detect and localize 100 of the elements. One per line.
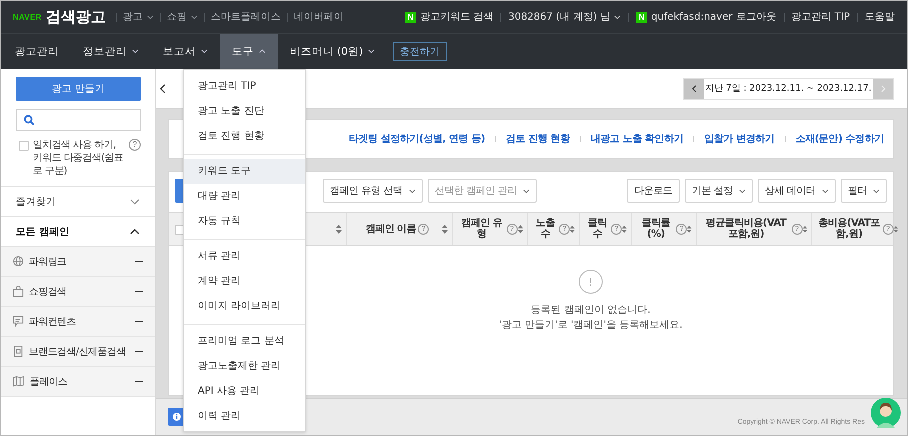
download-button[interactable]: 다운로드 xyxy=(627,179,680,203)
column-header[interactable]: 평균클릭비용(VAT포함,원) xyxy=(703,218,790,240)
naver-logo[interactable]: NAVER xyxy=(13,12,42,22)
column-header[interactable]: 총비용(VAT포함,원) xyxy=(818,218,881,240)
nav-tab[interactable]: 보고서 xyxy=(151,34,220,69)
menu-item[interactable]: 자동 규칙 xyxy=(184,209,305,234)
date-range-picker[interactable]: 지난 7일 : 2023.12.11. ~ 2023.12.17. xyxy=(683,78,894,100)
sort-icon[interactable] xyxy=(622,224,627,234)
column-header[interactable]: 캠페인 이름 xyxy=(366,224,416,234)
chevron-down-icon xyxy=(146,14,154,20)
quick-link[interactable]: 소재(문안) 수정하기 xyxy=(796,132,884,146)
quick-link[interactable]: 내광고 노출 확인하기 xyxy=(590,132,684,146)
nav-tab[interactable]: 도구 xyxy=(220,34,278,69)
minus-icon xyxy=(135,380,143,382)
menu-item[interactable]: 대량 관리 xyxy=(184,184,305,209)
sort-icon[interactable] xyxy=(442,224,448,234)
naver-badge-icon: N xyxy=(636,12,648,22)
brand-title: 검색광고 xyxy=(46,8,106,26)
help-link[interactable]: 도움말 xyxy=(865,10,895,24)
minus-icon xyxy=(135,320,143,322)
chevron-down-icon xyxy=(132,49,139,54)
back-chevron-icon[interactable] xyxy=(160,84,166,94)
logout-link[interactable]: 로그아웃 xyxy=(736,10,777,24)
favorites-row[interactable]: 즐겨찾기 xyxy=(1,187,155,217)
dropdown-button[interactable]: 캠페인 유형 선택 xyxy=(323,179,423,203)
sort-icon[interactable] xyxy=(518,224,523,234)
chevron-down-icon xyxy=(614,14,622,20)
dropdown-button[interactable]: 필터 xyxy=(840,179,887,203)
help-icon[interactable]: ? xyxy=(129,139,141,151)
nav-tab[interactable]: 비즈머니 (0원) xyxy=(278,34,388,69)
alert-icon: ! xyxy=(579,270,603,294)
campaign-type-item[interactable]: 쇼핑검색 xyxy=(1,277,155,307)
top-link[interactable]: 네이버페이 xyxy=(294,10,344,24)
menu-item[interactable]: 서류 관리 xyxy=(184,244,305,269)
minus-icon xyxy=(135,350,143,352)
sort-icon[interactable] xyxy=(336,224,342,234)
sort-icon[interactable] xyxy=(687,224,692,234)
menu-item[interactable]: 광고 노출 진단 xyxy=(184,99,305,124)
column-header[interactable]: 캠페인 유형 xyxy=(459,218,505,240)
sort-icon[interactable] xyxy=(894,224,898,234)
search-field[interactable] xyxy=(16,109,141,131)
chevron-down-icon xyxy=(190,14,198,20)
chevron-up-icon xyxy=(130,228,140,234)
shopping-bag-icon xyxy=(13,286,24,297)
campaign-type-item[interactable]: 플레이스 xyxy=(1,367,155,397)
chevron-left-icon xyxy=(692,84,696,92)
document-icon xyxy=(13,346,24,357)
create-ad-button[interactable]: 광고 만들기 xyxy=(16,77,141,101)
campaign-type-item[interactable]: 파워컨텐츠 xyxy=(1,307,155,337)
exact-match-label: 일치검색 사용 하기, 키워드 다중검색(쉼표로 구분) xyxy=(33,139,124,178)
nav-tab[interactable]: 정보관리 xyxy=(71,34,151,69)
campaign-type-item[interactable]: 파워링크 xyxy=(1,247,155,277)
chevron-down-icon xyxy=(822,188,829,194)
top-link[interactable]: 스마트플레이스 xyxy=(210,10,281,24)
column-header[interactable]: 클릭률(%) xyxy=(638,218,674,240)
menu-item[interactable]: 프리미엄 로그 분석 xyxy=(184,329,305,354)
chevron-down-icon xyxy=(201,49,208,54)
nav-tab[interactable]: 광고관리 xyxy=(3,34,71,69)
charge-button[interactable]: 충전하기 xyxy=(393,42,448,61)
campaign-type-item[interactable]: 브랜드검색/신제품검색 xyxy=(1,337,155,367)
menu-item[interactable]: 광고노출제한 관리 xyxy=(184,354,305,379)
user-id: qufekfasd:naver xyxy=(651,12,733,22)
chevron-down-icon xyxy=(130,198,140,204)
sort-icon[interactable] xyxy=(802,224,807,234)
menu-item[interactable]: 광고관리 TIP xyxy=(184,74,305,99)
column-header[interactable]: 클릭수 xyxy=(586,218,610,240)
menu-item[interactable]: 이미지 라이브러리 xyxy=(184,294,305,319)
menu-item[interactable]: 계약 관리 xyxy=(184,269,305,294)
search-icon xyxy=(24,114,35,126)
quick-link[interactable]: 타겟팅 설정하기(성별, 연령 등) xyxy=(348,132,486,146)
naver-badge-icon: N xyxy=(405,12,416,22)
empty-message: 등록된 캠페인이 없습니다. xyxy=(531,304,651,317)
dropdown-button[interactable]: 상세 데이터 xyxy=(758,179,836,203)
support-avatar-button[interactable] xyxy=(871,398,901,428)
menu-item[interactable]: 검토 진행 현황 xyxy=(184,124,305,149)
top-link[interactable]: 쇼핑 xyxy=(166,10,198,24)
quick-link[interactable]: 입찰가 변경하기 xyxy=(704,132,775,146)
column-header[interactable]: 노출수 xyxy=(534,218,558,240)
menu-item[interactable]: 키워드 도구 xyxy=(184,159,305,184)
account-menu[interactable]: 3082867 (내 계정) 님 xyxy=(508,10,622,24)
checkbox[interactable] xyxy=(19,141,29,151)
previous-period-button[interactable] xyxy=(684,78,704,98)
chevron-down-icon xyxy=(408,188,416,194)
chevron-right-icon xyxy=(880,84,886,92)
empty-message: '광고 만들기'로 '캠페인'을 등록해보세요. xyxy=(499,319,683,332)
info-icon xyxy=(173,413,181,421)
menu-item[interactable]: 이력 관리 xyxy=(184,404,305,429)
minus-icon xyxy=(135,260,143,262)
dropdown-button[interactable]: 기본 설정 xyxy=(684,179,754,203)
chevron-down-icon xyxy=(523,188,530,194)
tip-link[interactable]: 광고관리 TIP xyxy=(792,10,850,24)
top-link[interactable]: 광고 xyxy=(122,10,154,24)
map-icon xyxy=(13,376,25,387)
date-range: 지난 7일 : 2023.12.11. ~ 2023.12.17. xyxy=(704,82,873,96)
globe-icon xyxy=(13,256,24,267)
menu-item[interactable]: API 사용 관리 xyxy=(184,379,305,404)
keyword-search-link[interactable]: 광고키워드 검색 xyxy=(420,10,494,24)
sort-icon[interactable] xyxy=(570,224,575,234)
quick-link[interactable]: 검토 진행 현황 xyxy=(506,132,570,146)
minus-icon xyxy=(135,290,143,292)
